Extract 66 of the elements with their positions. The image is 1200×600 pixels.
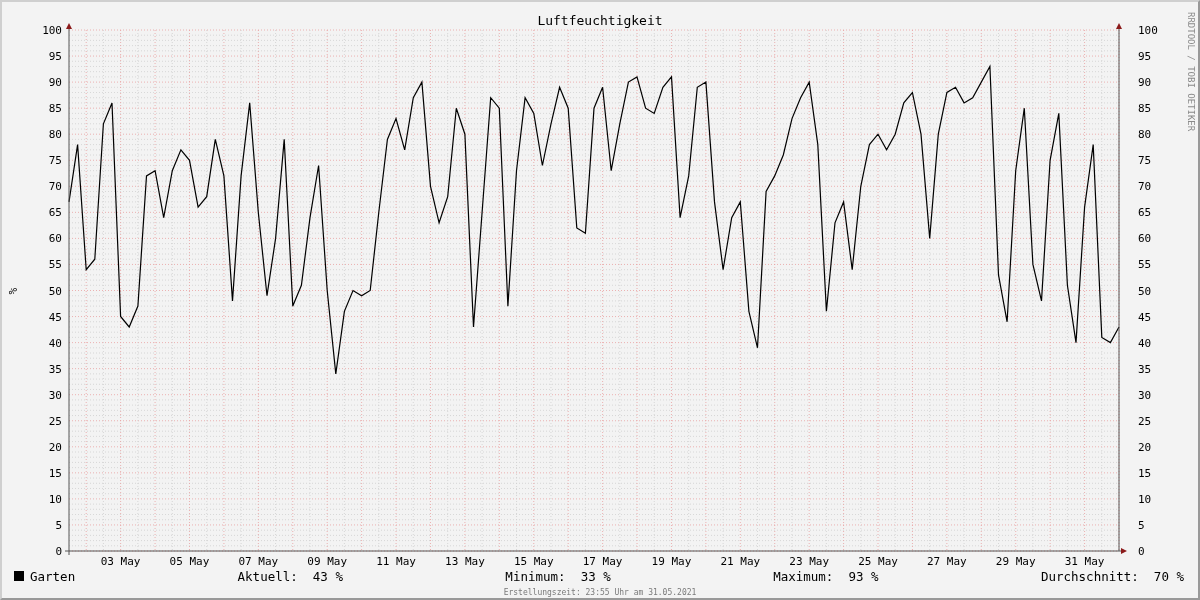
y-tick-label: 60 bbox=[1138, 232, 1152, 246]
y-tick-label: 15 bbox=[1138, 466, 1152, 480]
y-tick-label: 55 bbox=[1138, 258, 1152, 272]
y-tick-label: 100 bbox=[1138, 24, 1158, 37]
stat-text: Aktuell: 43 % bbox=[237, 568, 343, 584]
x-tick-label: 25 May bbox=[858, 555, 898, 568]
x-tick-label: 29 May bbox=[995, 555, 1036, 568]
y-tick-label: 35 bbox=[48, 362, 62, 376]
y-axis-label: % bbox=[6, 287, 19, 295]
stat-text: Durchschnitt: 70 % bbox=[1040, 568, 1184, 584]
y-tick-label: 80 bbox=[1138, 128, 1152, 142]
y-tick-label: 85 bbox=[48, 102, 62, 116]
y-tick-label: 80 bbox=[48, 128, 62, 142]
y-tick-label: 50 bbox=[1138, 284, 1152, 298]
x-tick-label: 09 May bbox=[307, 555, 348, 568]
y-tick-label: 25 bbox=[1138, 414, 1152, 428]
y-tick-label: 25 bbox=[48, 414, 62, 428]
y-tick-label: 70 bbox=[1138, 180, 1152, 194]
y-tick-label: 10 bbox=[48, 492, 62, 506]
y-tick-label: 30 bbox=[1138, 388, 1152, 402]
x-tick-label: 21 May bbox=[720, 555, 761, 568]
y-tick-label: 45 bbox=[1138, 310, 1152, 324]
y-tick-label: 45 bbox=[48, 310, 62, 324]
stat-text: Minimum: 33 % bbox=[505, 568, 611, 584]
y-tick-label: 10 bbox=[1138, 492, 1152, 506]
x-tick-label: 27 May bbox=[927, 555, 967, 568]
creation-time-text: Erstellungszeit: 23:55 Uhr am 31.05.2021 bbox=[502, 588, 698, 597]
x-tick-label: 31 May bbox=[1064, 555, 1105, 568]
x-tick-label: 23 May bbox=[789, 555, 830, 568]
y-tick-label: 85 bbox=[1138, 102, 1152, 116]
chart-title: Luftfeuchtigkeit bbox=[537, 13, 663, 28]
y-tick-label: 100 bbox=[42, 24, 62, 37]
y-tick-label: 60 bbox=[48, 232, 62, 246]
y-tick-label: 40 bbox=[1138, 336, 1152, 350]
x-tick-label: 11 May bbox=[376, 555, 416, 568]
y-tick-label: 90 bbox=[1138, 76, 1152, 90]
x-tick-label: 17 May bbox=[582, 555, 623, 568]
y-tick-label: 65 bbox=[1138, 206, 1152, 220]
y-tick-label: 35 bbox=[1138, 362, 1152, 376]
y-tick-label: 70 bbox=[48, 180, 62, 194]
x-tick-label: 19 May bbox=[651, 555, 692, 568]
x-tick-label: 15 May bbox=[513, 555, 554, 568]
x-tick-label: 03 May bbox=[100, 555, 141, 568]
y-tick-label: 95 bbox=[1138, 50, 1152, 64]
y-tick-label: 90 bbox=[48, 76, 62, 90]
stat-text: Maximum: 93 % bbox=[773, 568, 879, 584]
y-tick-label: 40 bbox=[48, 336, 62, 350]
y-tick-label: 30 bbox=[48, 388, 62, 402]
y-tick-label: 5 bbox=[1138, 518, 1145, 532]
y-tick-label: 75 bbox=[48, 154, 62, 168]
y-tick-label: 0 bbox=[55, 545, 62, 558]
series-label: Garten bbox=[30, 568, 76, 584]
y-tick-label: 5 bbox=[55, 518, 62, 532]
y-tick-label: 20 bbox=[48, 440, 62, 454]
y-tick-label: 55 bbox=[48, 258, 62, 272]
y-tick-label: 75 bbox=[1138, 154, 1152, 168]
y-tick-label: 65 bbox=[48, 206, 62, 220]
y-tick-label: 0 bbox=[1138, 545, 1145, 558]
y-tick-label: 15 bbox=[48, 466, 62, 480]
y-tick-label: 95 bbox=[48, 50, 62, 64]
x-tick-label: 05 May bbox=[169, 555, 210, 568]
credit-text: RRDTOOL / TOBI OETIKER bbox=[1186, 12, 1196, 132]
x-tick-label: 13 May bbox=[445, 555, 485, 568]
y-tick-label: 20 bbox=[1138, 440, 1152, 454]
x-tick-label: 07 May bbox=[238, 555, 279, 568]
y-tick-label: 50 bbox=[48, 284, 62, 298]
